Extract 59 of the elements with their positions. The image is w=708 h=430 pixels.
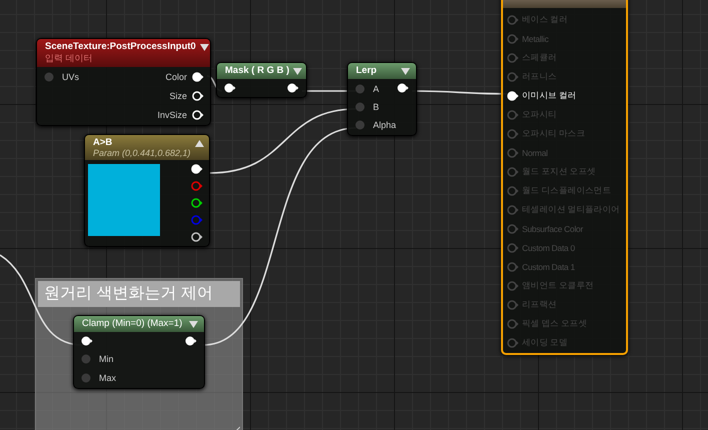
pin-icon[interactable] bbox=[80, 336, 94, 346]
collapse-arrow-icon[interactable] bbox=[293, 68, 302, 75]
lerp-node[interactable]: Lerp A B Alpha bbox=[347, 62, 417, 136]
node-title: Clamp (Min=0) (Max=1) bbox=[82, 318, 182, 329]
pin-label: Min bbox=[99, 354, 114, 364]
pin-label: InvSize bbox=[157, 110, 187, 120]
pin-label: 오파시티 마스크 bbox=[522, 128, 585, 140]
pin-icon[interactable] bbox=[286, 83, 300, 93]
pin-label: 베이스 컬러 bbox=[522, 14, 568, 26]
node-title: A>B bbox=[93, 137, 114, 148]
collapse-arrow-icon[interactable] bbox=[401, 68, 410, 75]
mask-node[interactable]: Mask ( R G B ) bbox=[216, 62, 307, 98]
node-title: SceneTexture:PostProcessInput0 bbox=[45, 41, 196, 52]
pin-icon[interactable] bbox=[191, 198, 203, 208]
expand-arrow-icon[interactable] bbox=[194, 140, 204, 147]
clamp-node[interactable]: Clamp (Min=0) (Max=1) Min Max bbox=[73, 315, 205, 389]
color-swatch bbox=[88, 164, 160, 236]
node-title: Mask ( R G B ) bbox=[225, 65, 290, 76]
pin-label: 스페큘러 bbox=[522, 52, 557, 64]
pin-label: 테셀레이션 멀티플라이어 bbox=[522, 204, 620, 216]
pin-label: Size bbox=[169, 91, 187, 101]
parameter-node[interactable]: A>B Param (0,0.441,0.682,1) bbox=[84, 134, 210, 247]
comment-title: 원거리 색변화는거 제어 bbox=[38, 281, 240, 307]
pin-label: Max bbox=[99, 373, 116, 383]
pin-label: 월드 포지션 오프셋 bbox=[522, 166, 596, 178]
pin-label: Subsurface Color bbox=[522, 224, 583, 234]
pin-label: 러프니스 bbox=[522, 71, 557, 83]
pin-label: A bbox=[373, 84, 380, 94]
collapse-arrow-icon[interactable] bbox=[189, 321, 198, 328]
material-result-node[interactable]: 베이스 컬러 Metallic 스페큘러 러프니스 이미시브 컬러 오파시티 오파시티 마스크 Normal 월드 포지션 오프셋 월드 디스플레이스먼트 테셀레이션 멀티플라이어 Subsurface Color Custom Data 0 Custom Data 1 앰비언트 오클루전 리프랙션 픽셀 뎁스 오프셋 세이딩 모델 bbox=[501, 0, 628, 355]
pin-label: 픽셀 뎁스 오프셋 bbox=[522, 318, 588, 330]
pin-label: B bbox=[373, 102, 380, 112]
pin-icon[interactable] bbox=[507, 91, 519, 101]
scene-texture-node[interactable]: SceneTexture:PostProcessInput0 입력 데이터 UVs Color Size InvSize bbox=[36, 38, 211, 126]
pin-label: Normal bbox=[522, 148, 548, 158]
node-title: Lerp bbox=[356, 65, 377, 76]
pin-icon[interactable] bbox=[192, 72, 204, 82]
pin-icon[interactable] bbox=[192, 110, 204, 120]
pin-label: 리프랙션 bbox=[522, 299, 557, 311]
pin-label: 오파시티 bbox=[522, 109, 557, 121]
pin-icon[interactable] bbox=[184, 336, 198, 346]
pin-label: Color bbox=[165, 72, 187, 82]
pin-icon[interactable] bbox=[223, 83, 237, 93]
pin-label: Metallic bbox=[522, 34, 548, 44]
node-subtitle: 입력 데이터 bbox=[45, 52, 94, 65]
pin-icon[interactable] bbox=[192, 91, 204, 101]
pin-icon[interactable] bbox=[191, 164, 203, 174]
pin-icon[interactable] bbox=[396, 83, 410, 93]
pin-icon[interactable] bbox=[191, 232, 203, 242]
collapse-arrow-icon[interactable] bbox=[200, 44, 209, 51]
pin-label: Alpha bbox=[373, 120, 396, 130]
pin-label: Custom Data 1 bbox=[522, 262, 575, 272]
pin-label: 세이딩 모델 bbox=[522, 337, 568, 349]
pin-label: 앰비언트 오클루전 bbox=[522, 280, 594, 292]
pin-label: 이미시브 컬러 bbox=[522, 90, 576, 102]
node-subtitle: Param (0,0.441,0.682,1) bbox=[93, 148, 191, 158]
pin-label: 월드 디스플레이스먼트 bbox=[522, 185, 612, 197]
pin-label: Custom Data 0 bbox=[522, 243, 575, 253]
pin-label: UVs bbox=[62, 72, 80, 82]
